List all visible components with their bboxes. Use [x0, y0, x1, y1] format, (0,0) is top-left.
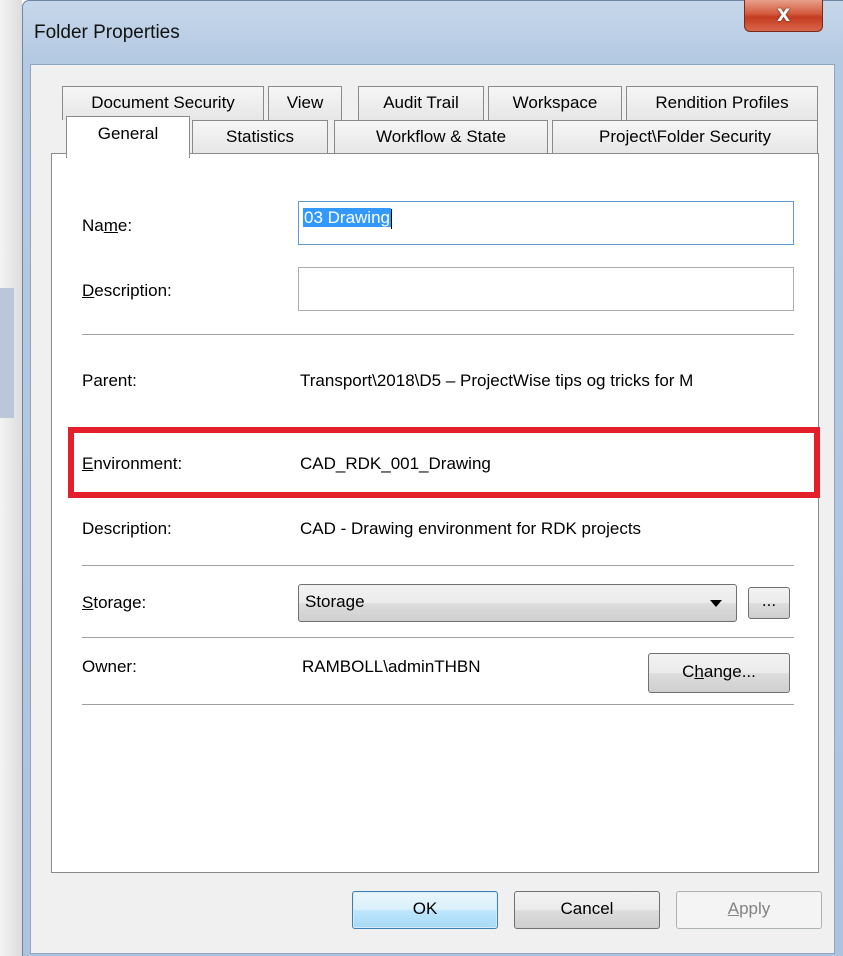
separator	[82, 565, 794, 567]
tab-view[interactable]: View	[268, 86, 342, 120]
name-input-value: 03 Drawing	[303, 208, 391, 227]
tab-workflow-state[interactable]: Workflow & State	[334, 120, 548, 154]
environment-highlight-box	[68, 427, 820, 498]
storage-selected-value: Storage	[305, 592, 365, 611]
env-description-value: CAD - Drawing environment for RDK projec…	[300, 519, 642, 538]
tab-statistics[interactable]: Statistics	[192, 120, 328, 154]
text-caret	[391, 208, 392, 229]
storage-label: Storage:	[82, 593, 147, 612]
window-title: Folder Properties	[34, 22, 180, 43]
owner-label: Owner:	[82, 657, 137, 676]
parent-label: Parent:	[82, 371, 137, 390]
apply-button[interactable]: Apply	[676, 891, 822, 929]
tab-project-folder-security[interactable]: Project\Folder Security	[552, 120, 818, 154]
ok-button[interactable]: OK	[352, 891, 498, 929]
owner-value: RAMBOLL\adminTHBN	[302, 657, 481, 676]
separator	[82, 704, 794, 706]
description-input[interactable]	[298, 267, 794, 311]
tab-document-security[interactable]: Document Security	[62, 86, 264, 120]
parent-value: Transport\2018\D5 – ProjectWise tips og …	[300, 371, 694, 390]
change-owner-button[interactable]: Change...	[648, 653, 790, 693]
close-button[interactable]: X	[744, 0, 823, 32]
storage-dropdown[interactable]: Storage	[298, 584, 737, 622]
tab-audit-trail[interactable]: Audit Trail	[358, 86, 484, 120]
cancel-button[interactable]: Cancel	[514, 891, 660, 929]
chevron-down-icon	[710, 600, 722, 607]
background-window-mark	[0, 288, 14, 418]
general-tab-panel	[51, 153, 819, 873]
name-label: Name:	[82, 216, 133, 235]
tab-rendition-profiles[interactable]: Rendition Profiles	[626, 86, 818, 120]
description-label: Description:	[82, 281, 172, 300]
tab-workspace[interactable]: Workspace	[488, 86, 622, 120]
background-window-edge	[0, 0, 22, 956]
close-icon: X	[776, 5, 791, 26]
storage-browse-button[interactable]: ...	[748, 587, 790, 619]
env-description-label: Description:	[82, 519, 172, 538]
tab-general[interactable]: General	[66, 116, 190, 158]
separator	[82, 334, 794, 336]
name-input[interactable]: 03 Drawing	[298, 201, 794, 245]
separator	[82, 637, 794, 639]
